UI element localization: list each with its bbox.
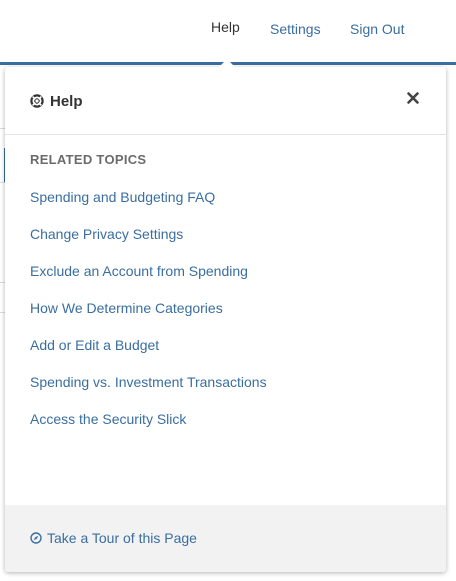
help-panel-title: Help xyxy=(50,93,83,110)
nav-signout-link[interactable]: Sign Out xyxy=(350,21,404,37)
help-panel-header: Help xyxy=(5,67,446,135)
take-tour-link[interactable]: Take a Tour of this Page xyxy=(30,530,197,546)
topic-link[interactable]: Exclude an Account from Spending xyxy=(30,263,267,300)
nav-help-link[interactable]: Help xyxy=(211,19,240,35)
related-topics-heading: RELATED TOPICS xyxy=(30,152,147,167)
help-panel-footer: Take a Tour of this Page xyxy=(5,505,446,572)
topic-link[interactable]: Spending and Budgeting FAQ xyxy=(30,189,267,226)
popover-caret xyxy=(217,59,237,69)
topic-link[interactable]: How We Determine Categories xyxy=(30,300,267,337)
compass-icon xyxy=(30,532,42,544)
lifebuoy-icon xyxy=(30,94,44,108)
topic-link[interactable]: Change Privacy Settings xyxy=(30,226,267,263)
topic-link[interactable]: Access the Security Slick xyxy=(30,411,267,448)
close-icon[interactable] xyxy=(406,91,420,105)
nav-settings-link[interactable]: Settings xyxy=(270,21,321,37)
topic-link[interactable]: Add or Edit a Budget xyxy=(30,337,267,374)
top-navigation: Help Settings Sign Out xyxy=(0,0,456,62)
help-panel: Help RELATED TOPICS Spending and Budgeti… xyxy=(5,67,446,572)
related-topics-list: Spending and Budgeting FAQ Change Privac… xyxy=(30,189,267,448)
topic-link[interactable]: Spending vs. Investment Transactions xyxy=(30,374,267,411)
take-tour-label: Take a Tour of this Page xyxy=(47,530,197,546)
